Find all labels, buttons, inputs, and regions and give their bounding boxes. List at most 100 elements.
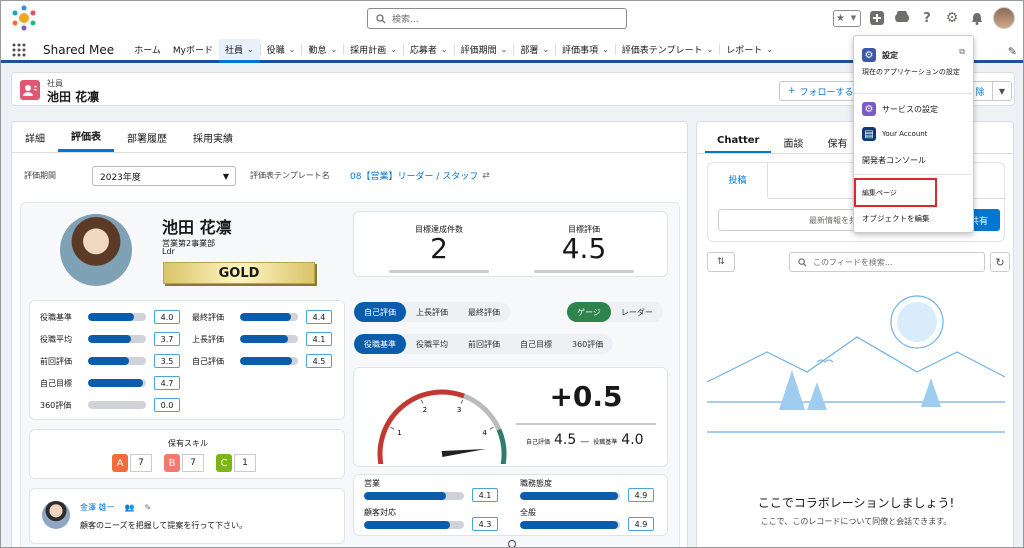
- chevron-down-icon[interactable]: ⌄: [441, 45, 448, 54]
- commenter-name[interactable]: 金澤 雄一: [80, 502, 115, 513]
- refresh-icon[interactable]: ↻: [990, 252, 1010, 272]
- metric-bar: [88, 379, 146, 387]
- nav-item[interactable]: 役職 ⌄: [261, 39, 302, 60]
- tab-item[interactable]: 部署履歴: [114, 122, 180, 152]
- post-tab[interactable]: 投稿: [708, 163, 768, 199]
- skill-count: 7: [130, 454, 152, 472]
- chatter-tab[interactable]: Chatter: [705, 130, 772, 154]
- nav-item[interactable]: 応募者 ⌄: [404, 39, 454, 60]
- global-search-input[interactable]: 検索...: [367, 8, 627, 29]
- metric-bar-fill: [88, 313, 135, 321]
- trailhead-icon[interactable]: [893, 9, 911, 27]
- nav-item[interactable]: ホーム: [128, 39, 167, 60]
- nav-item[interactable]: Myボード: [167, 39, 219, 60]
- nav-item-label: レポート: [726, 46, 763, 56]
- search-placeholder: 検索...: [392, 15, 419, 25]
- menu-divider: [854, 174, 975, 175]
- kpi-card: 目標達成件数 2 目標評価 4.5: [353, 211, 668, 277]
- toggle-option[interactable]: 上長評価: [406, 302, 458, 322]
- menu-item-setup[interactable]: ⚙ 設定: [862, 48, 898, 62]
- toggle-option[interactable]: レーダー: [611, 302, 663, 322]
- edit-icon[interactable]: ✎: [145, 503, 152, 512]
- metric-bar: [88, 335, 146, 343]
- gauge-divider: [516, 423, 656, 425]
- nav-item-label: 評価事項: [562, 46, 599, 56]
- menu-item-your-account[interactable]: ▤ Your Account: [862, 127, 927, 141]
- menu-item-service-setup[interactable]: ⚙ サービスの設定: [862, 102, 938, 116]
- toggle-option[interactable]: ゲージ: [567, 302, 611, 322]
- app-logo-icon[interactable]: [11, 5, 37, 31]
- user-avatar[interactable]: [993, 7, 1015, 29]
- chevron-down-icon[interactable]: ⌄: [390, 45, 397, 54]
- sort-button[interactable]: ⇅: [707, 252, 735, 272]
- period-select[interactable]: 2023年度 ▼: [92, 166, 236, 186]
- tab-item[interactable]: 詳細: [12, 122, 58, 152]
- evaluation-panel: 詳細 評価表 部署履歴 採用実績 評価期間 2023年度 ▼ 評価表テンプレート名 08…: [11, 121, 688, 547]
- gear-icon[interactable]: ⚙: [943, 9, 961, 27]
- carousel-dot[interactable]: [508, 540, 516, 547]
- menu-item-edit-object[interactable]: オブジェクトを編集: [862, 213, 930, 224]
- toggle-option[interactable]: 役職基準: [354, 334, 406, 354]
- toggle-option[interactable]: 最終評価: [458, 302, 510, 322]
- template-link[interactable]: 08【営業】リーダー / スタッフ ⇄: [350, 169, 490, 183]
- feed-search-input[interactable]: このフィードを検索...: [789, 252, 985, 272]
- menu-item-setup-sub[interactable]: 現在のアプリケーションの設定: [862, 67, 960, 77]
- tab-item[interactable]: 評価表: [58, 122, 114, 152]
- bell-icon[interactable]: [968, 9, 986, 27]
- metric-bar-fill: [88, 357, 129, 365]
- chevron-down-icon[interactable]: ⌄: [289, 45, 296, 54]
- tab-divider: [12, 152, 687, 153]
- nav-item[interactable]: 採用計画 ⌄: [344, 39, 403, 60]
- chevron-down-icon[interactable]: ⌄: [247, 45, 254, 54]
- skill-grade: B: [164, 454, 180, 472]
- nav-item[interactable]: 部署 ⌄: [514, 39, 555, 60]
- metric-bar-fill: [240, 335, 288, 343]
- nav-item[interactable]: 社員 ⌄: [219, 39, 260, 63]
- global-actions-icon[interactable]: [868, 9, 886, 27]
- open-new-window-icon[interactable]: ⧉: [959, 47, 965, 57]
- pencil-icon[interactable]: ✎: [1008, 45, 1017, 58]
- metric-value: 4.1: [306, 332, 332, 346]
- skill-badge: A7: [112, 454, 152, 472]
- tab-item[interactable]: 採用実績: [180, 122, 246, 152]
- nav-item[interactable]: 評価表テンプレート ⌄: [616, 39, 719, 60]
- users-icon[interactable]: 👥: [125, 503, 135, 512]
- toggle-option[interactable]: 役職平均: [406, 334, 458, 354]
- more-actions-button[interactable]: ▼: [992, 81, 1012, 101]
- nav-item[interactable]: 勤怠 ⌄: [302, 39, 343, 60]
- nav-item[interactable]: 評価事項 ⌄: [556, 39, 615, 60]
- toggle-option[interactable]: 前回評価: [458, 334, 510, 354]
- chevron-down-icon[interactable]: ⌄: [330, 45, 337, 54]
- gauge-tick: [460, 399, 464, 404]
- category-bar-fill: [520, 521, 618, 529]
- chevron-down-icon[interactable]: ⌄: [542, 45, 549, 54]
- category-bar: [520, 521, 620, 529]
- employee-name: 池田 花凛: [162, 218, 232, 237]
- metric-row: 最終評価 4.4: [192, 310, 332, 324]
- app-launcher-icon[interactable]: [1, 39, 37, 60]
- menu-item-dev-console[interactable]: 開発者コンソール: [862, 155, 926, 166]
- metric-bar: [240, 357, 298, 365]
- chatter-tab[interactable]: 面談: [771, 130, 815, 154]
- chevron-down-icon[interactable]: ⌄: [707, 45, 714, 54]
- toggle-option[interactable]: 自己評価: [354, 302, 406, 322]
- help-icon[interactable]: ?: [918, 9, 936, 27]
- nav-item[interactable]: レポート ⌄: [720, 39, 779, 60]
- gear-icon: ⚙: [862, 48, 876, 62]
- toggle-option[interactable]: 自己目標: [510, 334, 562, 354]
- metric-value: 4.4: [306, 310, 332, 324]
- toggle-option[interactable]: 360評価: [562, 334, 613, 354]
- setup-label: 設定: [882, 50, 898, 60]
- chevron-down-icon[interactable]: ⌄: [766, 45, 773, 54]
- skill-count: 7: [182, 454, 204, 472]
- toggle-group: 役職基準 役職平均 前回評価 自己目標 360評価: [354, 334, 614, 354]
- chevron-down-icon[interactable]: ⌄: [501, 45, 508, 54]
- base-value: 4.0: [621, 432, 644, 448]
- favorites-button[interactable]: ★ ▼: [833, 9, 861, 27]
- category-label: 顧客対応: [364, 508, 396, 517]
- metric-label: 前回評価: [40, 356, 72, 366]
- category-bar: [520, 492, 620, 500]
- chevron-down-icon[interactable]: ⌄: [602, 45, 609, 54]
- category-bar: [364, 492, 464, 500]
- nav-item[interactable]: 評価期間 ⌄: [455, 39, 514, 60]
